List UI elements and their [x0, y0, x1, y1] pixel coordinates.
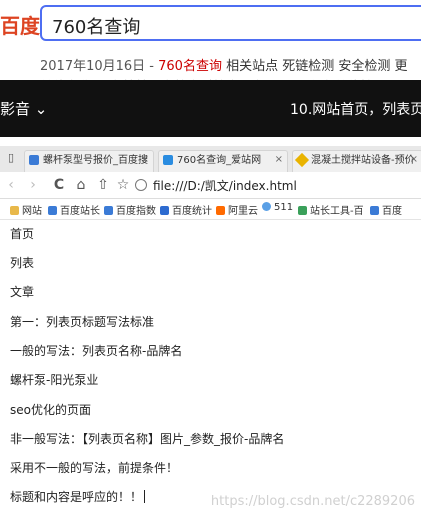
baidu-icon	[48, 206, 57, 215]
result-date: 2017年10月16日 -	[40, 59, 159, 74]
baidu-icon	[370, 206, 379, 215]
content-line: 非一般写法：【列表页名称】图片_参数_报价-品牌名	[10, 432, 285, 446]
search-query[interactable]: 760名查询	[52, 13, 140, 39]
bookmark-label: 百度统计	[172, 206, 212, 217]
result-title-link[interactable]: 760名查询	[158, 59, 222, 74]
stats-icon	[160, 206, 169, 215]
baidu-icon	[104, 206, 113, 215]
upload-icon[interactable]: ⇧	[94, 176, 112, 194]
content-line: 螺杆泵-阳光泵业	[10, 373, 99, 387]
nav-bar: ‹ › C ⌂ ⇧ ☆ file:///D:/凯文/index.html	[0, 172, 421, 199]
bookmark-item[interactable]: 百度	[370, 202, 402, 217]
content-line-last[interactable]: 标题和内容是呼应的！！	[10, 488, 146, 505]
bookmark-label: 阿里云	[228, 206, 258, 217]
search-strip: 百度 760名查询	[0, 0, 421, 52]
tab-3[interactable]: 混凝土搅拌站设备-预价 ×	[292, 150, 421, 173]
bookmark-label: 百度指数	[116, 206, 156, 217]
bookmark-item[interactable]: 阿里云	[216, 202, 258, 217]
browser-window: ▯ 螺杆泵型号报价_百度搜 × 760名查询_爱站网 × 混凝土搅拌站设备-预价 × …	[0, 146, 421, 521]
page-icon: ▯	[7, 151, 15, 164]
aliyun-icon	[216, 206, 225, 215]
address-bar[interactable]: file:///D:/凯文/index.html	[135, 177, 297, 194]
tab-1[interactable]: 螺杆泵型号报价_百度搜 ×	[24, 150, 154, 173]
bookmark-item[interactable]: 站长工具-百	[298, 202, 364, 217]
tab-1-label: 螺杆泵型号报价_百度搜	[43, 155, 148, 166]
tab-2-label: 760名查询_爱站网	[177, 155, 262, 166]
bookmark-item[interactable]: 511	[262, 202, 293, 213]
site-favicon-icon	[294, 152, 310, 168]
star-icon[interactable]: ☆	[114, 176, 132, 194]
result-meta: 2017年10月16日 - 760名查询 相关站点 死链检测 安全检测 更	[40, 55, 407, 74]
tab-2-close-icon[interactable]: ×	[275, 154, 283, 165]
video-header-bar: 影音 ⌄ 10.网站首页，列表页	[0, 80, 421, 137]
bookmark-folder[interactable]: 网站	[10, 202, 42, 217]
bookmarks-bar: 网站 百度站长 百度指数 百度统计 阿里云 511 站长工具-百 百度	[0, 199, 421, 220]
forward-icon[interactable]: ›	[24, 176, 42, 194]
content-line: 标题和内容是呼应的！！	[10, 490, 143, 504]
content-line: 一般的写法：列表页名称-品牌名	[10, 344, 183, 358]
bookmark-item[interactable]: 百度站长	[48, 202, 100, 217]
video-menu[interactable]: 影音 ⌄	[0, 98, 47, 119]
reload-icon[interactable]: C	[50, 176, 68, 194]
back-icon[interactable]: ‹	[2, 176, 20, 194]
tab-3-close-icon[interactable]: ×	[410, 154, 418, 165]
text-caret	[144, 490, 146, 503]
content-line: 文章	[10, 285, 35, 299]
bookmark-label: 百度站长	[60, 206, 100, 217]
home-icon[interactable]: ⌂	[72, 176, 90, 194]
bookmark-label: 站长工具-百	[310, 206, 364, 217]
result-links[interactable]: 相关站点 死链检测 安全检测 更	[222, 59, 407, 74]
bookmark-item[interactable]: 百度指数	[104, 202, 156, 217]
video-title: 10.网站首页，列表页	[290, 102, 421, 118]
content-line: 列表	[10, 256, 35, 270]
globe-icon	[262, 202, 271, 211]
content-line: seo优化的页面	[10, 403, 91, 417]
baidu-favicon-icon	[29, 155, 39, 165]
chinaz-icon	[298, 206, 307, 215]
brand-logo[interactable]: 百度	[0, 10, 40, 39]
search-input[interactable]: 760名查询	[40, 5, 421, 41]
tab-2[interactable]: 760名查询_爱站网 ×	[158, 150, 288, 173]
address-url[interactable]: file:///D:/凯文/index.html	[153, 179, 297, 193]
tab-1-close-icon[interactable]: ×	[141, 154, 149, 165]
info-icon[interactable]	[135, 179, 147, 191]
tab-bar: ▯ 螺杆泵型号报价_百度搜 × 760名查询_爱站网 × 混凝土搅拌站设备-预价 ×	[0, 146, 421, 173]
content-line: 第一：列表页标题写法标准	[10, 315, 155, 329]
content-line: 采用不一般的写法，前提条件！	[10, 461, 179, 475]
bookmark-item[interactable]: 百度统计	[160, 202, 212, 217]
bookmark-label: 网站	[22, 206, 42, 217]
bookmark-label: 百度	[382, 206, 402, 217]
tab-3-label: 混凝土搅拌站设备-预价	[311, 155, 415, 166]
bookmark-label: 511	[274, 202, 294, 213]
folder-icon	[10, 206, 19, 215]
watermark: https://blog.csdn.net/c2289206	[210, 494, 415, 509]
aizhan-favicon-icon	[163, 155, 173, 165]
content-line: 首页	[10, 227, 35, 241]
